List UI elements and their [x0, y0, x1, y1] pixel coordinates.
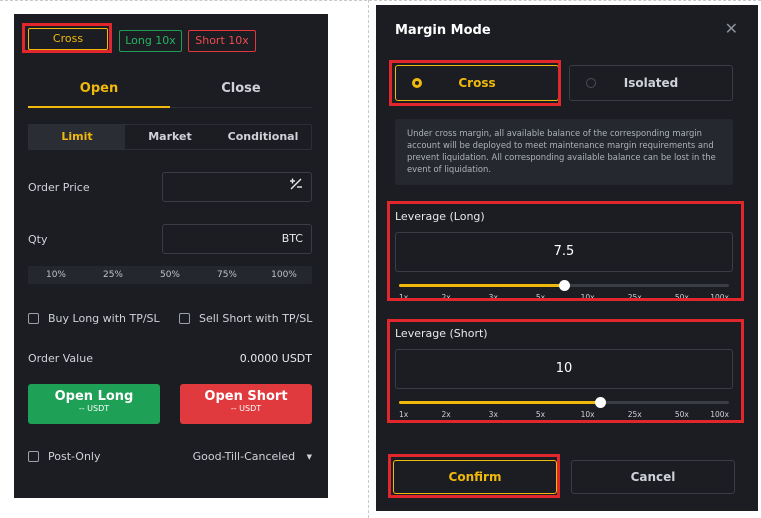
post-only-row: Post-Only Good-Till-Canceled ▼ — [28, 450, 312, 466]
order-type-market[interactable]: Market — [125, 125, 215, 149]
percent-option[interactable]: 100% — [256, 266, 312, 284]
qty-unit: BTC — [281, 232, 303, 245]
qty-input[interactable]: BTC — [162, 224, 312, 254]
slider-tick-label: 10x — [580, 293, 595, 302]
open-close-tabs: Open Close — [28, 76, 312, 110]
slider-tick-label: 25x — [627, 293, 642, 302]
checkbox-icon[interactable] — [28, 313, 39, 324]
leverage-short-input[interactable]: 10 — [395, 349, 733, 389]
percent-selector: 10% 25% 50% 75% 100% — [28, 266, 312, 284]
divider — [368, 0, 369, 518]
slider-thumb[interactable] — [559, 280, 570, 291]
slider-fill — [399, 284, 564, 287]
mode-cross-label: Cross — [458, 76, 496, 90]
order-value: 0.0000 USDT — [239, 352, 312, 365]
order-value-label: Order Value — [28, 352, 93, 365]
leverage-long-label: Leverage (Long) — [395, 210, 485, 223]
slider-tick-label: 50x — [674, 293, 689, 302]
slider-tick-label: 2x — [441, 293, 451, 302]
percent-option[interactable]: 75% — [199, 266, 255, 284]
tab-open[interactable]: Open — [28, 76, 170, 108]
short-leverage-button[interactable]: Short 10x — [188, 30, 256, 52]
open-long-label: Open Long — [54, 389, 134, 404]
leverage-long-slider[interactable]: 1x 2x 3x 5x 10x 25x 50x 100x — [399, 280, 729, 302]
leverage-short-label: Leverage (Short) — [395, 327, 488, 340]
buy-long-tpsl-label: Buy Long with TP/SL — [48, 312, 160, 325]
margin-mode-button[interactable]: Cross — [28, 28, 108, 50]
radio-unselected-icon — [586, 78, 596, 88]
slider-tick-label: 5x — [535, 410, 546, 419]
open-long-button[interactable]: Open Long -- USDT — [28, 384, 160, 424]
slider-tick-label: 25x — [627, 410, 642, 419]
open-short-sub: -- USDT — [230, 404, 262, 413]
long-leverage-button[interactable]: Long 10x — [119, 30, 182, 52]
leverage-short-slider[interactable]: 1x 2x 3x 5x 10x 25x 50x 100x — [399, 397, 729, 419]
order-type-selector: Limit Market Conditional — [28, 124, 312, 150]
checkbox-icon[interactable] — [179, 313, 190, 324]
order-price-input[interactable] — [162, 172, 312, 202]
slider-tick-label: 50x — [674, 410, 689, 419]
tab-close[interactable]: Close — [170, 76, 312, 108]
caret-down-icon: ▼ — [306, 453, 312, 461]
sell-short-tpsl-checkbox[interactable]: Sell Short with TP/SL — [179, 312, 319, 328]
screenshot-frame: Cross Long 10x Short 10x Open Close Limi… — [0, 0, 761, 518]
percent-option[interactable]: 25% — [85, 266, 141, 284]
mode-isolated-label: Isolated — [623, 76, 679, 90]
percent-option[interactable]: 50% — [142, 266, 198, 284]
mode-cross-button[interactable]: Cross — [395, 65, 559, 101]
slider-tick-label: 2x — [441, 410, 451, 419]
order-type-conditional[interactable]: Conditional — [215, 125, 311, 149]
qty-label: Qty — [28, 233, 48, 246]
cancel-button[interactable]: Cancel — [571, 460, 735, 494]
slider-tick-label: 1x — [399, 410, 409, 419]
open-long-sub: -- USDT — [78, 404, 110, 413]
sell-short-tpsl-label: Sell Short with TP/SL — [199, 312, 313, 325]
mode-isolated-button[interactable]: Isolated — [569, 65, 733, 101]
slider-tick-label: 5x — [535, 293, 546, 302]
slider-tick-label: 10x — [580, 410, 595, 419]
confirm-button[interactable]: Confirm — [393, 460, 557, 494]
post-only-checkbox[interactable]: Post-Only — [28, 450, 118, 466]
close-icon[interactable]: ✕ — [725, 21, 738, 37]
open-short-button[interactable]: Open Short -- USDT — [180, 384, 312, 424]
time-in-force-select[interactable]: Good-Till-Canceled ▼ — [193, 450, 312, 463]
dialog-title: Margin Mode — [395, 23, 491, 38]
slider-tick-label: 3x — [488, 410, 498, 419]
cross-margin-info: Under cross margin, all available balanc… — [395, 119, 733, 185]
slider-tick-label: 100x — [710, 293, 729, 302]
slider-tick-label: 3x — [488, 293, 498, 302]
leverage-long-input[interactable]: 7.5 — [395, 232, 733, 272]
slider-fill — [399, 401, 601, 404]
checkbox-icon[interactable] — [28, 451, 39, 462]
percent-option[interactable]: 10% — [28, 266, 84, 284]
open-short-label: Open Short — [204, 389, 288, 404]
slider-thumb[interactable] — [595, 397, 607, 408]
time-in-force-value: Good-Till-Canceled — [192, 450, 296, 463]
slider-tick-label: 100x — [710, 410, 729, 419]
divider — [0, 0, 761, 1]
margin-leverage-row: Cross Long 10x Short 10x — [14, 14, 328, 66]
buy-long-tpsl-checkbox[interactable]: Buy Long with TP/SL — [28, 312, 168, 328]
order-type-limit[interactable]: Limit — [29, 125, 125, 149]
post-only-label: Post-Only — [48, 450, 101, 463]
order-panel: Cross Long 10x Short 10x Open Close Limi… — [14, 14, 328, 498]
plus-minus-icon[interactable] — [289, 173, 303, 201]
radio-selected-icon — [412, 78, 422, 88]
order-price-label: Order Price — [28, 181, 90, 194]
margin-mode-dialog: Margin Mode ✕ Cross Isolated Under cross… — [376, 5, 758, 511]
slider-tick-label: 1x — [399, 293, 409, 302]
